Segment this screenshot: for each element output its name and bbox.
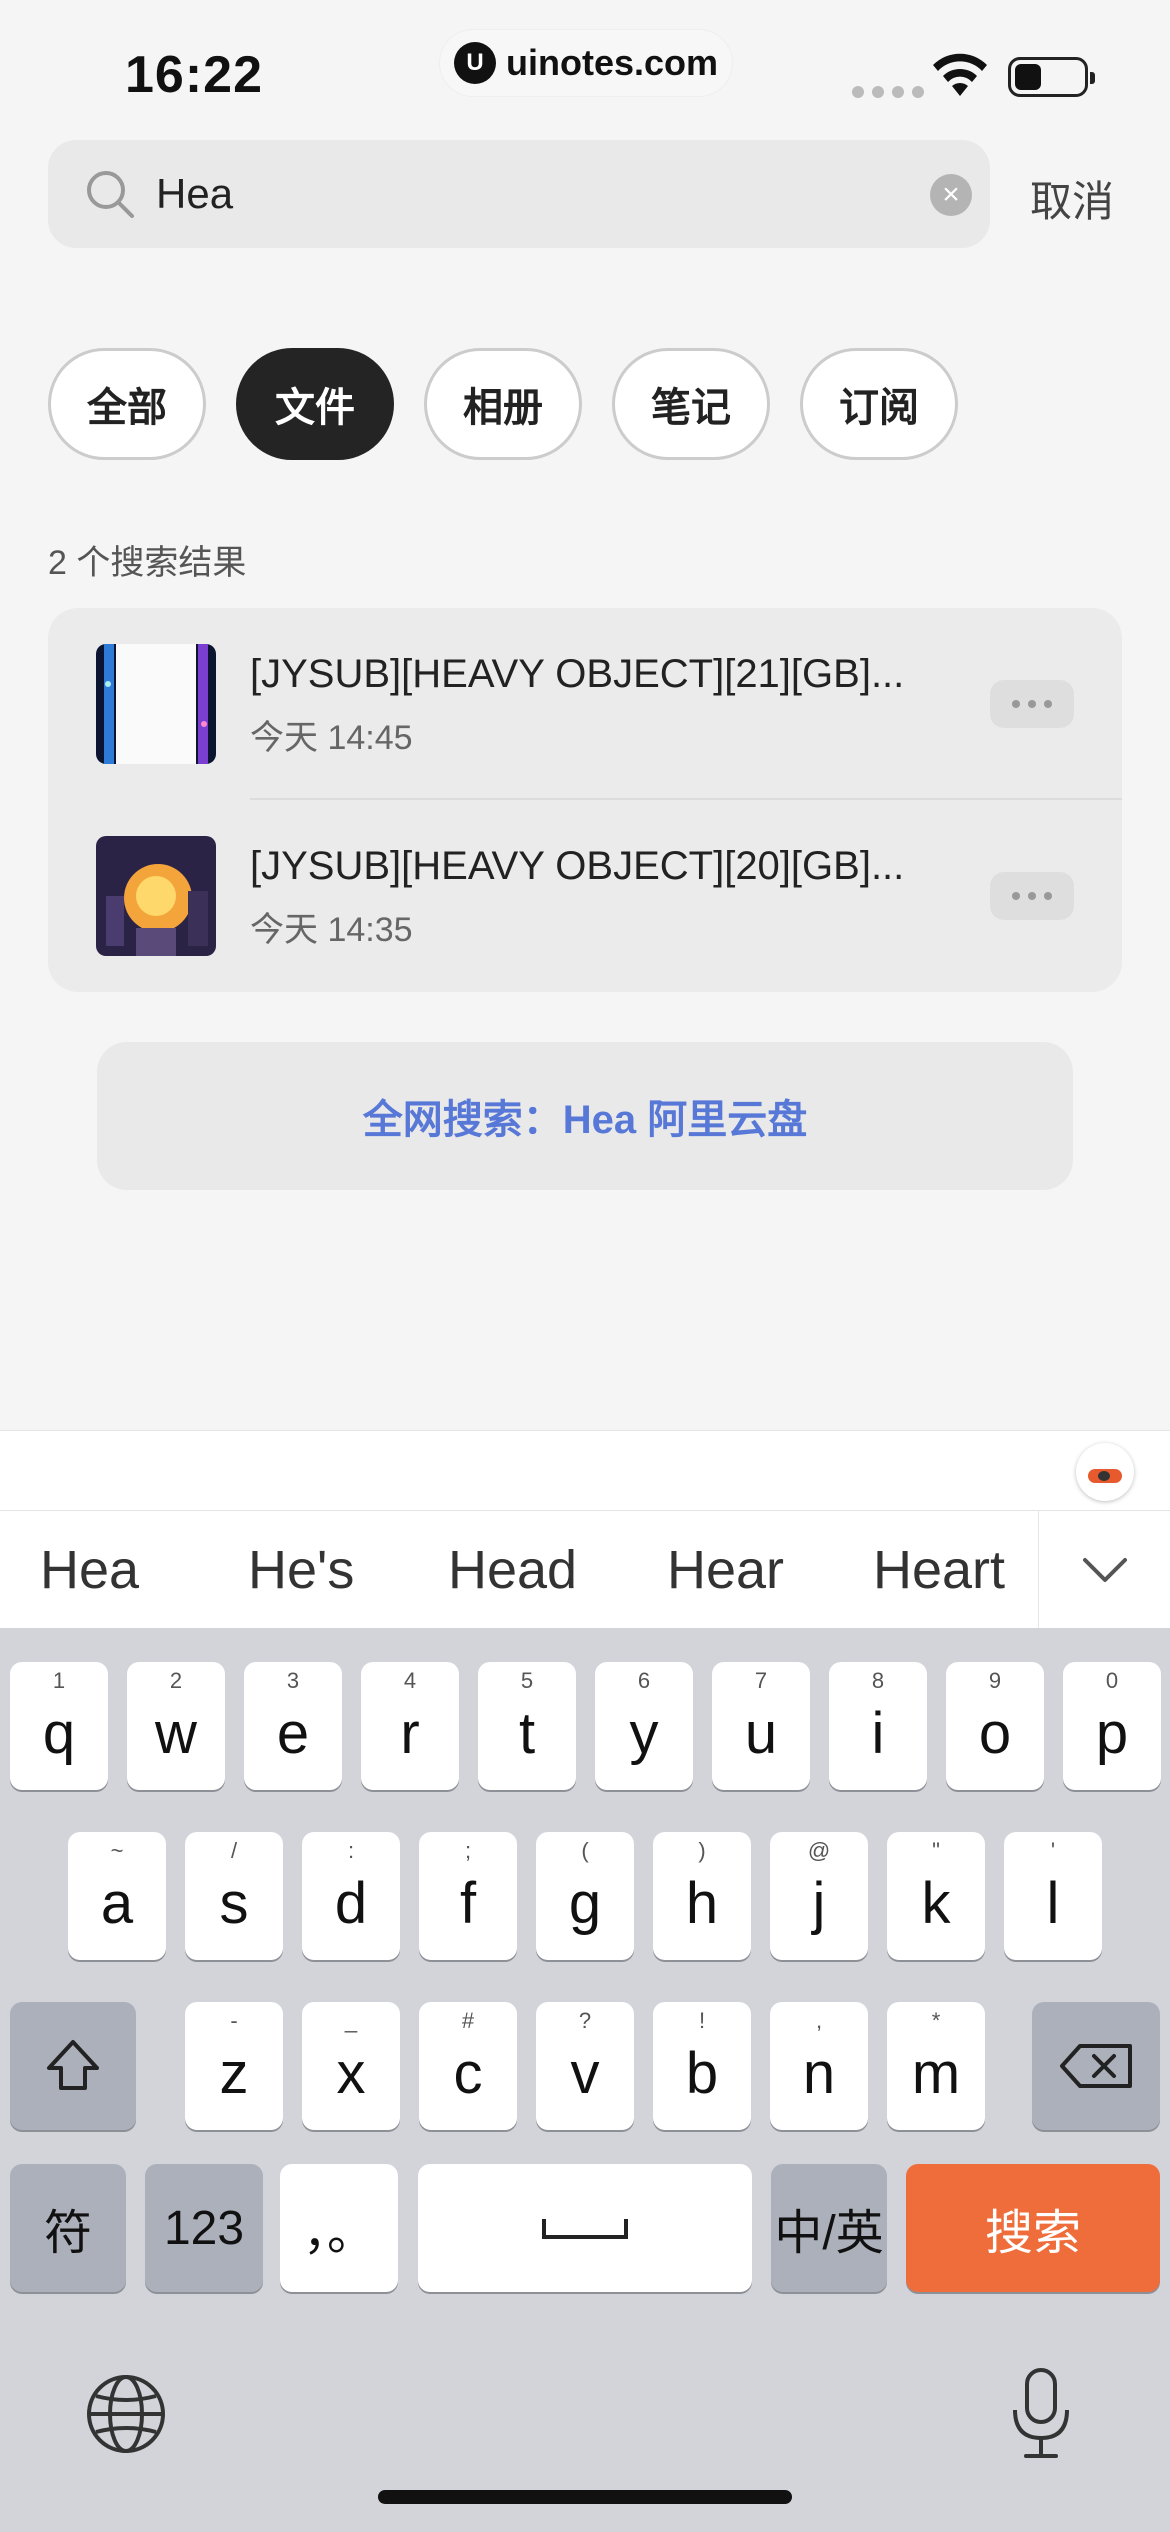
filter-chip-files[interactable]: 文件: [236, 348, 394, 460]
battery-icon: [1008, 57, 1095, 97]
search-box[interactable]: Hea ×: [48, 140, 990, 248]
brand-logo-icon: U: [454, 42, 496, 84]
space-icon: [542, 2219, 628, 2239]
video-thumbnail-icon: [96, 836, 216, 956]
web-search-button[interactable]: 全网搜索：Hea 阿里云盘: [97, 1042, 1073, 1190]
backspace-icon: [1060, 2044, 1132, 2088]
key-x[interactable]: _ x: [302, 2002, 400, 2130]
key-s[interactable]: / s: [185, 1832, 283, 1960]
language-switch-key[interactable]: 中/英: [771, 2164, 887, 2292]
key-d[interactable]: :d: [302, 1832, 400, 1960]
list-item[interactable]: [JYSUB][HEAVY OBJECT][20][GB]... 今天 14:3…: [48, 800, 1122, 992]
keyboard-toolbar: [0, 1430, 1170, 1510]
key-b[interactable]: ! b: [653, 2002, 751, 2130]
microphone-icon[interactable]: [1008, 2366, 1074, 2462]
keyboard: 1q 2w 3e 4r 5t 6y 7u 8i 9o 0p ~ a / s :d ;…: [0, 1628, 1170, 2532]
shift-key[interactable]: [10, 2002, 136, 2130]
collapse-suggestions-button[interactable]: [1038, 1511, 1170, 1629]
globe-icon[interactable]: [84, 2372, 168, 2456]
list-item[interactable]: [JYSUB][HEAVY OBJECT][21][GB]... 今天 14:4…: [48, 608, 1122, 800]
shift-icon: [47, 2040, 99, 2090]
key-q[interactable]: 1q: [10, 1662, 108, 1790]
suggestion-item[interactable]: Hea: [40, 1511, 139, 1629]
wifi-icon: [933, 53, 987, 96]
chevron-down-icon: [1082, 1558, 1127, 1582]
filter-chips: 全部 文件 相册 笔记 订阅: [48, 348, 958, 460]
result-date: 今天 14:45: [250, 719, 413, 757]
key-z[interactable]: -z: [185, 2002, 283, 2130]
key-r[interactable]: 4r: [361, 1662, 459, 1790]
symbols-key[interactable]: 符: [10, 2164, 126, 2292]
key-i[interactable]: 8i: [829, 1662, 927, 1790]
punctuation-key[interactable]: ，。: [280, 2164, 398, 2292]
keyboard-mascot-icon[interactable]: [1076, 1443, 1134, 1501]
brand-text: uinotes.com: [506, 42, 719, 83]
suggestion-bar: Hea He's Head Hear Heart: [0, 1510, 1170, 1629]
suggestion-item[interactable]: Head: [448, 1511, 577, 1629]
space-key[interactable]: [418, 2164, 752, 2292]
search-input[interactable]: Hea: [156, 140, 856, 248]
suggestion-item[interactable]: Heart: [873, 1511, 1005, 1629]
filter-chip-subscriptions[interactable]: 订阅: [800, 348, 958, 460]
status-time: 16:22: [125, 46, 263, 104]
cancel-button[interactable]: 取消: [1030, 168, 1114, 229]
key-v[interactable]: ? v: [536, 2002, 634, 2130]
key-w[interactable]: 2w: [127, 1662, 225, 1790]
key-c[interactable]: # c: [419, 2002, 517, 2130]
search-key[interactable]: 搜索: [906, 2164, 1160, 2292]
clear-search-button[interactable]: ×: [930, 174, 972, 216]
key-f[interactable]: ; f: [419, 1832, 517, 1960]
suggestion-item[interactable]: Hear: [667, 1511, 784, 1629]
result-title: [JYSUB][HEAVY OBJECT][20][GB]...: [250, 844, 905, 888]
key-l[interactable]: ' l: [1004, 1832, 1102, 1960]
key-t[interactable]: 5t: [478, 1662, 576, 1790]
brand-watermark: U uinotes.com: [440, 30, 732, 96]
suggestion-item[interactable]: He's: [248, 1511, 354, 1629]
result-count: 2 个搜索结果: [48, 544, 247, 582]
key-h[interactable]: ) h: [653, 1832, 751, 1960]
key-p[interactable]: 0p: [1063, 1662, 1161, 1790]
key-n[interactable]: ,n: [770, 2002, 868, 2130]
filter-chip-albums[interactable]: 相册: [424, 348, 582, 460]
key-k[interactable]: " k: [887, 1832, 985, 1960]
more-options-button[interactable]: [990, 872, 1074, 920]
key-u[interactable]: 7u: [712, 1662, 810, 1790]
key-j[interactable]: @ j: [770, 1832, 868, 1960]
video-thumbnail-icon: [96, 644, 216, 764]
cellular-signal-icon: [852, 86, 924, 98]
search-icon: [87, 171, 134, 218]
key-a[interactable]: ~ a: [68, 1832, 166, 1960]
delete-key[interactable]: [1032, 2002, 1160, 2130]
filter-chip-notes[interactable]: 笔记: [612, 348, 770, 460]
filter-chip-all[interactable]: 全部: [48, 348, 206, 460]
key-m[interactable]: * m: [887, 2002, 985, 2130]
home-indicator: [378, 2490, 792, 2504]
result-title: [JYSUB][HEAVY OBJECT][21][GB]...: [250, 652, 905, 696]
key-g[interactable]: (g: [536, 1832, 634, 1960]
key-e[interactable]: 3e: [244, 1662, 342, 1790]
key-y[interactable]: 6y: [595, 1662, 693, 1790]
key-o[interactable]: 9o: [946, 1662, 1044, 1790]
more-options-button[interactable]: [990, 680, 1074, 728]
numbers-key[interactable]: 123: [145, 2164, 263, 2292]
result-date: 今天 14:35: [250, 911, 413, 949]
results-list: [JYSUB][HEAVY OBJECT][21][GB]... 今天 14:4…: [48, 608, 1122, 992]
